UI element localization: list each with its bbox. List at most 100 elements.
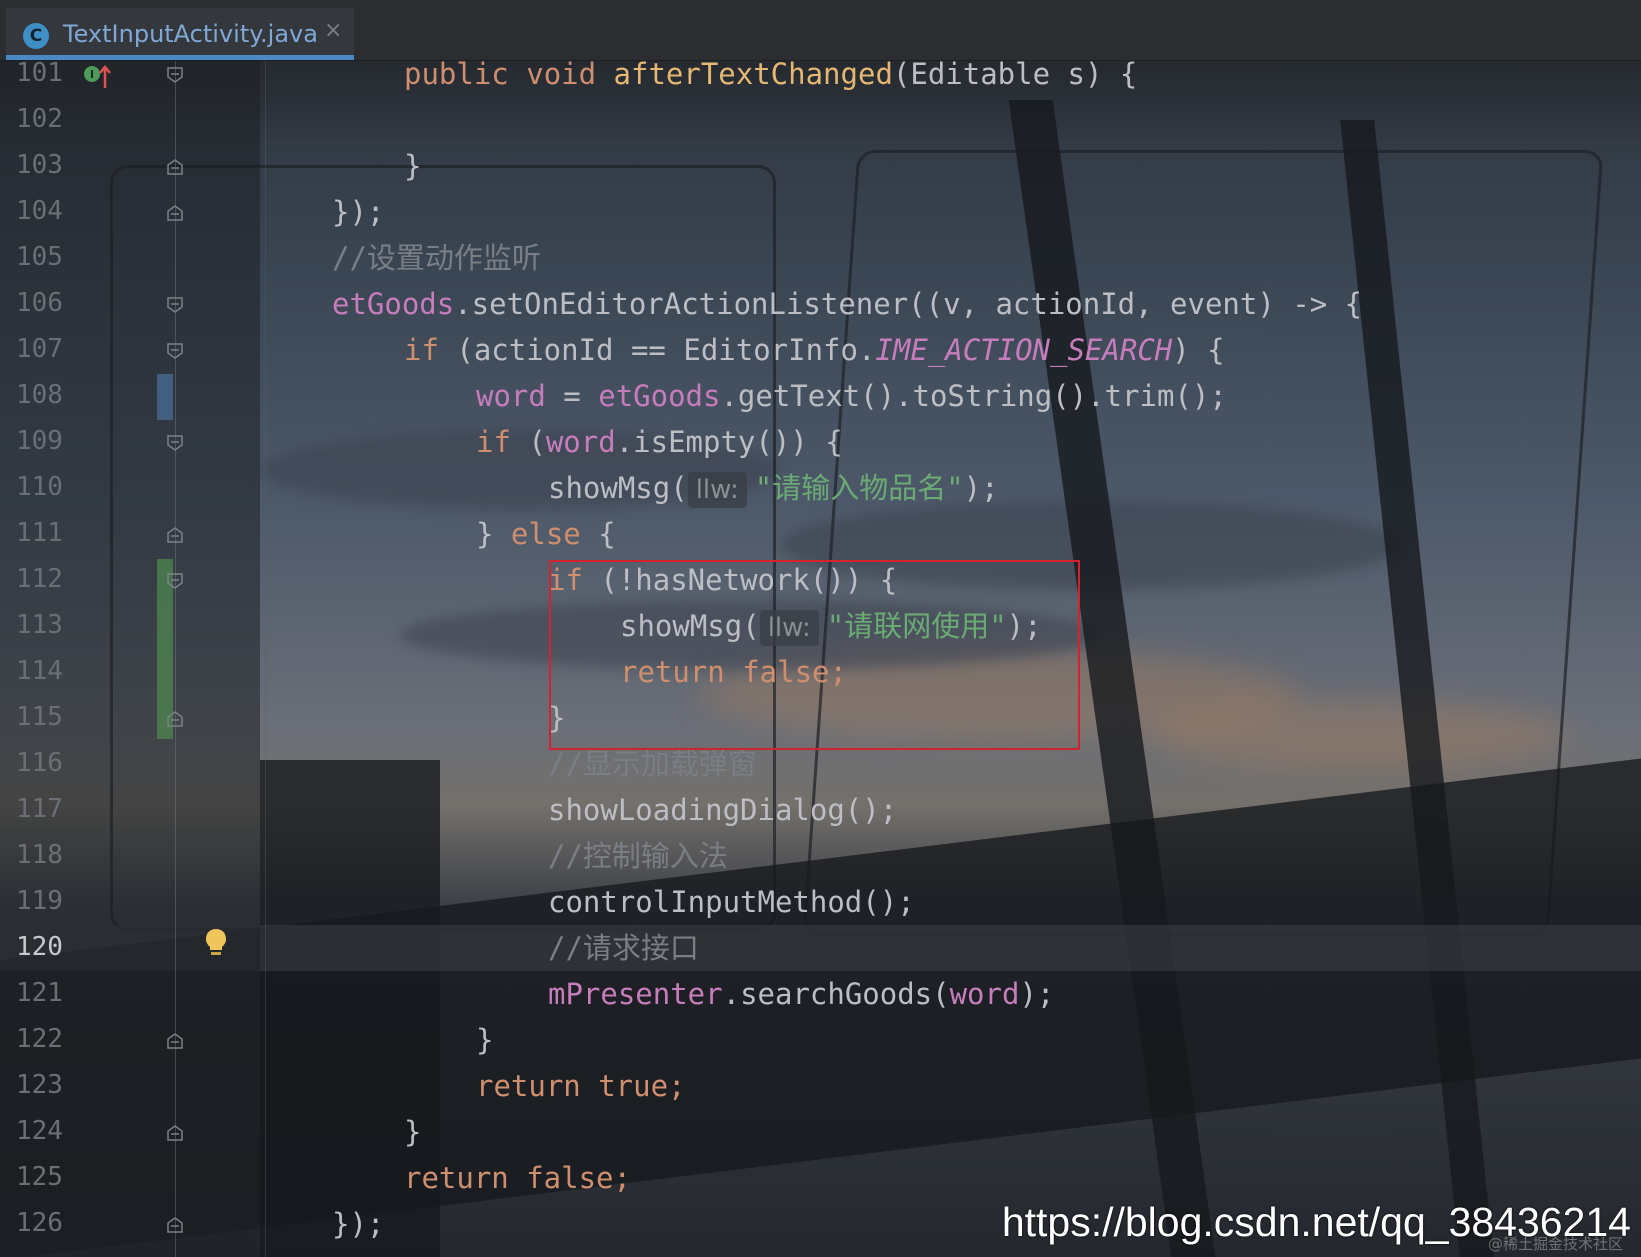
line-number[interactable]: 121	[16, 978, 76, 1008]
line-number[interactable]: 108	[16, 380, 76, 410]
code-line-117[interactable]: showLoadingDialog();	[548, 787, 897, 833]
line-number[interactable]: 115	[16, 702, 76, 732]
line-number[interactable]: 104	[16, 196, 76, 226]
code-token: });	[332, 1207, 385, 1241]
comment-token: //显示加载弹窗	[548, 747, 757, 781]
line-number[interactable]: 118	[16, 840, 76, 870]
code-line-108[interactable]: word = etGoods.getText().toString().trim…	[476, 373, 1227, 419]
fold-icon[interactable]	[166, 66, 184, 84]
code-token: ) {	[1172, 333, 1225, 367]
fold-icon[interactable]	[166, 526, 184, 544]
fold-icon[interactable]	[166, 1124, 184, 1142]
line-number[interactable]: 107	[16, 334, 76, 364]
code-line-124[interactable]: }	[404, 1109, 421, 1155]
site-watermark: @稀土掘金技术社区	[1487, 1235, 1623, 1253]
code-token: );	[963, 471, 999, 505]
close-icon[interactable]: ×	[324, 18, 342, 43]
keyword-token: void	[526, 57, 597, 91]
line-number[interactable]: 117	[16, 794, 76, 824]
fold-icon[interactable]	[166, 1216, 184, 1234]
line-number[interactable]: 112	[16, 564, 76, 594]
line-number[interactable]: 110	[16, 472, 76, 502]
tab-textinputactivity[interactable]: C TextInputActivity.java ×	[6, 8, 354, 60]
code-token: }	[404, 1115, 422, 1149]
line-number[interactable]: 114	[16, 656, 76, 686]
fold-icon[interactable]	[166, 572, 184, 590]
code-line-103[interactable]: }	[404, 143, 421, 189]
code-token: });	[332, 195, 385, 229]
java-class-icon: C	[23, 23, 49, 49]
code-token: .setOnEditorActionListener((v, actionId,…	[454, 287, 1363, 321]
line-number[interactable]: 103	[16, 150, 76, 180]
comment-token: //控制输入法	[548, 839, 728, 873]
line-number[interactable]: 113	[16, 610, 76, 640]
code-line-105[interactable]: //设置动作监听	[332, 235, 541, 281]
line-number[interactable]: 124	[16, 1116, 76, 1146]
ide-editor-window: I 101 102 103 104 105 106 107 108 109 11…	[0, 0, 1641, 1257]
highlight-annotation-box	[549, 560, 1080, 750]
line-number[interactable]: 122	[16, 1024, 76, 1054]
code-line-120[interactable]: //请求接口	[548, 925, 699, 971]
modified-line-marker[interactable]	[157, 374, 173, 420]
line-number[interactable]: 119	[16, 886, 76, 916]
code-line-104[interactable]: });	[332, 189, 384, 235]
line-number[interactable]: 102	[16, 104, 76, 134]
field-token: word	[476, 379, 546, 413]
code-line-107[interactable]: if (actionId == EditorInfo.IME_ACTION_SE…	[404, 327, 1225, 373]
code-token: (	[510, 425, 546, 459]
line-number[interactable]: 125	[16, 1162, 76, 1192]
fold-icon[interactable]	[166, 434, 184, 452]
code-line-125[interactable]: return false;	[404, 1155, 631, 1201]
code-line-121[interactable]: mPresenter.searchGoods(word);	[548, 971, 1054, 1017]
comment-token: //设置动作监听	[332, 241, 541, 275]
field-token: etGoods	[598, 379, 721, 413]
code-line-111[interactable]: } else {	[476, 511, 616, 557]
keyword-token: if	[476, 425, 511, 459]
field-token: word	[949, 977, 1020, 1011]
line-number[interactable]: 126	[16, 1208, 76, 1238]
fold-icon[interactable]	[166, 296, 184, 314]
code-token: .getText().toString().trim();	[720, 379, 1227, 413]
keyword-token: return false;	[404, 1161, 631, 1195]
code-line-119[interactable]: controlInputMethod();	[548, 879, 915, 925]
field-token: etGoods	[332, 287, 455, 321]
keyword-token: else	[510, 517, 581, 551]
line-number[interactable]: 106	[16, 288, 76, 318]
code-line-122[interactable]: }	[476, 1017, 493, 1063]
string-token: "请输入物品名"	[754, 471, 964, 505]
code-line-126[interactable]: });	[332, 1201, 384, 1247]
code-token: =	[545, 379, 599, 413]
line-number-current[interactable]: 120	[16, 932, 76, 962]
code-token: showLoadingDialog();	[548, 793, 898, 827]
fold-icon[interactable]	[166, 710, 184, 728]
code-line-110[interactable]: showMsg(llw: "请输入物品名");	[548, 465, 999, 511]
code-token: showMsg(	[548, 471, 688, 505]
code-token: (actionId == EditorInfo.	[438, 333, 876, 367]
code-token: controlInputMethod();	[548, 885, 915, 919]
field-token: word	[545, 425, 616, 459]
implements-marker-icon[interactable]: I	[82, 62, 112, 90]
constant-token: IME_ACTION_SEARCH	[875, 333, 1173, 367]
fold-icon[interactable]	[166, 204, 184, 222]
line-number[interactable]: 105	[16, 242, 76, 272]
fold-icon[interactable]	[166, 158, 184, 176]
keyword-token: public	[404, 57, 509, 91]
line-number[interactable]: 116	[16, 748, 76, 778]
code-token: .isEmpty()) {	[615, 425, 843, 459]
line-number[interactable]: 101	[16, 58, 76, 88]
code-line-106[interactable]: etGoods.setOnEditorActionListener((v, ac…	[332, 281, 1362, 327]
line-number[interactable]: 111	[16, 518, 76, 548]
gutter-separator	[265, 60, 266, 1257]
code-token: }	[476, 517, 511, 551]
intention-bulb-icon[interactable]	[205, 928, 227, 958]
code-token: }	[404, 149, 422, 183]
line-number[interactable]: 109	[16, 426, 76, 456]
code-line-109[interactable]: if (word.isEmpty()) {	[476, 419, 843, 465]
fold-icon[interactable]	[166, 1032, 184, 1050]
code-line-123[interactable]: return true;	[476, 1063, 686, 1109]
line-number[interactable]: 123	[16, 1070, 76, 1100]
keyword-token: return true;	[476, 1069, 686, 1103]
code-line-118[interactable]: //控制输入法	[548, 833, 728, 879]
code-token: }	[476, 1023, 494, 1057]
fold-icon[interactable]	[166, 342, 184, 360]
